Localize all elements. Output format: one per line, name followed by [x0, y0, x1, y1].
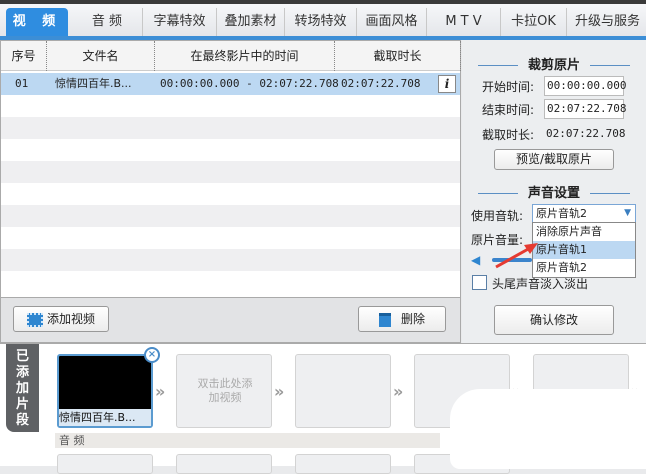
empty-row	[1, 205, 460, 227]
track-selected: 原片音轨2	[536, 207, 587, 220]
audio-slot[interactable]	[295, 454, 391, 474]
tab-upgrade[interactable]: 升级与服务	[566, 8, 646, 36]
trash-icon	[378, 312, 391, 327]
settings-panel: 裁剪原片 开始时间: 00:00:00.000 结束时间: 02:07:22.7…	[462, 40, 646, 343]
table-row[interactable]: 01 惊情四百年.B... 00:00:00.000 - 02:07:22.70…	[1, 73, 460, 95]
audio-track-label: 音 频	[55, 433, 440, 448]
empty-row	[1, 227, 460, 249]
tab-karaoke[interactable]: 卡拉OK	[500, 8, 566, 36]
duration-value: 02:07:22.708	[546, 127, 626, 140]
start-label: 开始时间:	[482, 80, 535, 94]
add-video-icon	[26, 312, 43, 327]
chevron-right-icon: »	[274, 382, 285, 401]
cell-filename: 惊情四百年.B...	[55, 77, 132, 90]
white-mask-overlay	[450, 389, 646, 469]
clip-name: 惊情四百年.B...	[59, 409, 151, 426]
tab-mtv[interactable]: M T V	[426, 8, 500, 36]
table-header: 序号 文件名 在最终影片中的时间 截取时长	[1, 41, 461, 71]
table-actions: 添加视频 删除	[0, 298, 461, 343]
chevron-right-icon: »	[155, 382, 166, 401]
tab-audio[interactable]: 音 频	[72, 8, 142, 36]
audio-slot[interactable]	[176, 454, 272, 474]
red-arrow-annotation	[495, 243, 538, 269]
confirm-button[interactable]: 确认修改	[494, 305, 614, 335]
tab-transition[interactable]: 转场特效	[284, 8, 356, 36]
add-clip-slot[interactable]: 双击此处添加视频	[176, 354, 272, 428]
col-filename: 文件名	[47, 41, 155, 71]
track-label: 使用音轨:	[471, 209, 524, 223]
duration-label: 截取时长:	[482, 128, 535, 142]
tab-video[interactable]: 视 频	[6, 8, 68, 36]
empty-row	[1, 249, 460, 271]
clip-table: 序号 文件名 在最终影片中的时间 截取时长 01 惊情四百年.B... 00:0…	[0, 40, 461, 298]
add-clip-hint: 双击此处添加视频	[197, 377, 253, 404]
remove-clip-icon[interactable]: ×	[144, 347, 160, 363]
end-time-input[interactable]: 02:07:22.708	[544, 99, 626, 119]
main-tab-bar: 视 频 音 频 字幕特效 叠加素材 转场特效 画面风格 M T V 卡拉OK 升…	[0, 4, 646, 40]
add-video-label: 添加视频	[46, 312, 95, 326]
empty-row	[1, 117, 460, 139]
table-body: 01 惊情四百年.B... 00:00:00.000 - 02:07:22.70…	[1, 73, 460, 297]
cell-time: 00:00:00.000 - 02:07:22.708	[160, 77, 339, 90]
empty-slot[interactable]	[295, 354, 391, 428]
track-dropdown-list: 消除原片声音 原片音轨1 原片音轨2	[532, 222, 636, 278]
chevron-down-icon: ▼	[624, 208, 631, 218]
tab-style[interactable]: 画面风格	[356, 8, 426, 36]
col-time: 在最终影片中的时间	[155, 41, 335, 71]
cell-index: 01	[15, 77, 29, 90]
tab-overlay[interactable]: 叠加素材	[216, 8, 284, 36]
fade-checkbox[interactable]	[472, 275, 487, 290]
clip-thumbnail[interactable]: 惊情四百年.B... ×	[57, 347, 160, 428]
added-clips-tab[interactable]: 已添加片段	[6, 344, 39, 432]
track-select[interactable]: 原片音轨2 ▼	[532, 204, 636, 223]
empty-row	[1, 161, 460, 183]
track-option-1[interactable]: 原片音轨1	[533, 241, 635, 259]
audio-slot[interactable]	[57, 454, 153, 474]
cell-duration: 02:07:22.708	[341, 77, 421, 90]
add-video-button[interactable]: 添加视频	[13, 306, 109, 332]
col-duration: 截取时长	[335, 41, 461, 71]
empty-row	[1, 183, 460, 205]
empty-row	[1, 139, 460, 161]
preview-trim-button[interactable]: 预览/截取原片	[494, 149, 614, 170]
trim-section-title: 裁剪原片	[462, 54, 646, 73]
tab-subtitle[interactable]: 字幕特效	[142, 8, 216, 36]
clips-timeline: 已添加片段 惊情四百年.B... × » 双击此处添加视频 » » » » 音 …	[0, 343, 646, 474]
empty-row	[1, 95, 460, 117]
info-icon[interactable]: i	[438, 75, 456, 93]
speaker-icon: ◀	[471, 253, 481, 267]
audio-section-title: 声音设置	[462, 182, 646, 201]
delete-label: 删除	[400, 312, 425, 326]
empty-row	[1, 271, 460, 293]
end-label: 结束时间:	[482, 103, 535, 117]
chevron-right-icon: »	[393, 382, 404, 401]
col-index: 序号	[1, 41, 47, 71]
added-clips-label: 已添加片段	[15, 349, 29, 428]
track-option-2[interactable]: 原片音轨2	[533, 259, 635, 277]
track-option-mute[interactable]: 消除原片声音	[533, 223, 635, 241]
start-time-input[interactable]: 00:00:00.000	[544, 76, 626, 96]
delete-button[interactable]: 删除	[358, 306, 446, 332]
